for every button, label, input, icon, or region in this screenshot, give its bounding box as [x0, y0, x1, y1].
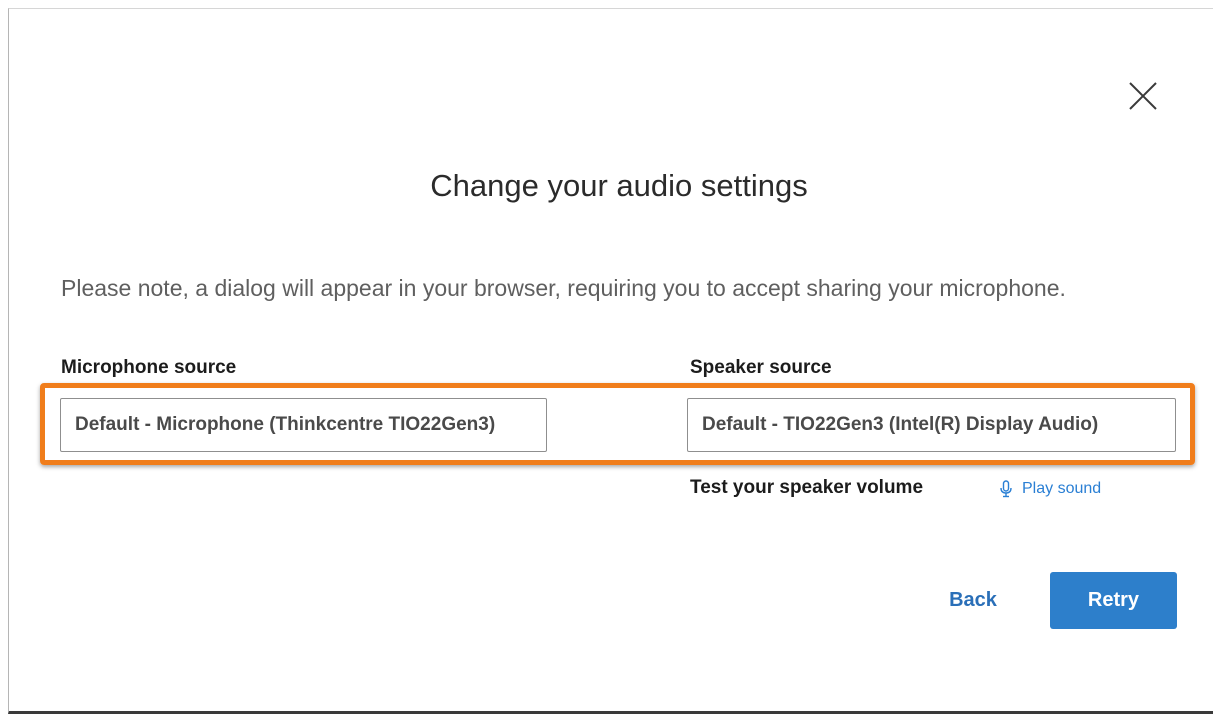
microphone-icon [1000, 480, 1012, 498]
close-icon [1129, 82, 1157, 110]
test-speaker-volume-label: Test your speaker volume [690, 477, 924, 498]
microphone-source-label: Microphone source [61, 357, 237, 378]
speaker-source-label: Speaker source [690, 357, 832, 378]
dialog-title: Change your audio settings [430, 168, 808, 203]
play-sound-link[interactable]: Play sound [1000, 480, 1101, 498]
highlight-annotation [40, 383, 1195, 465]
retry-button[interactable]: Retry [1050, 572, 1177, 629]
close-button[interactable] [1127, 80, 1159, 112]
play-sound-label: Play sound [1022, 480, 1102, 497]
browser-permission-note: Please note, a dialog will appear in you… [61, 275, 1066, 301]
back-button[interactable]: Back [928, 572, 1018, 628]
